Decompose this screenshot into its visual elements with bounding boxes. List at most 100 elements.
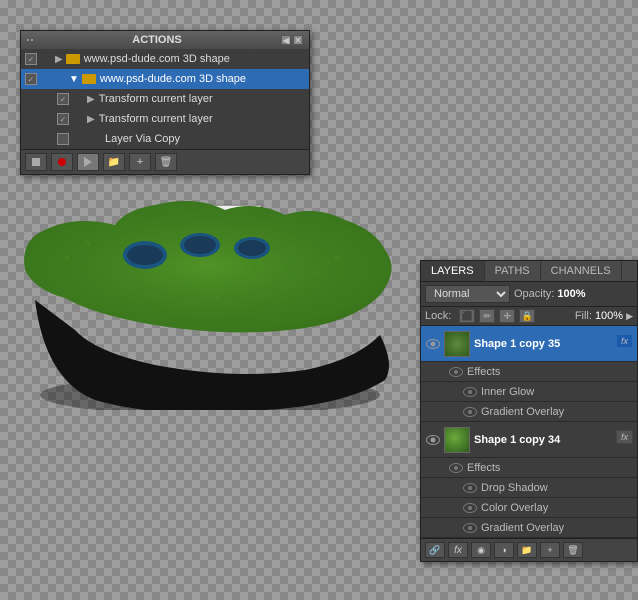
layer-thumb-1 [444,331,470,357]
actions-panel-title: ACTIONS [132,34,182,46]
effect-row-effects-1[interactable]: Effects [421,362,637,382]
action-checkbox-4[interactable] [57,113,69,125]
fill-label: Fill: [575,310,592,322]
lock-position-btn[interactable]: ✛ [499,309,515,323]
link-layers-btn[interactable]: 🔗 [425,542,445,558]
action-checkbox-3[interactable] [57,93,69,105]
effect-label-gradient-overlay-1: Gradient Overlay [481,406,564,418]
eye-icon-1 [426,339,440,349]
opacity-control: Opacity: 100% [514,288,586,300]
actions-panel-header: ACTIONS ◀ ✕ [21,31,309,49]
delete-action-button[interactable]: 🗑 [155,153,177,171]
stop-button[interactable] [25,153,47,171]
effect-row-gradient-overlay-1[interactable]: Gradient Overlay [421,402,637,422]
action-row-group2[interactable]: ▼ www.psd-dude.com 3D shape [21,69,309,89]
effect-eye-icon-inner-glow [463,387,477,397]
lock-image-icon: ✏ [484,311,492,322]
layers-panel-toolbar: 🔗 fx ◉ ◑ 📁 + 🗑 [421,538,637,561]
effect-label-drop-shadow: Drop Shadow [481,482,548,494]
action-checkbox-1[interactable] [25,53,37,65]
fill-control: Fill: 100% ▶ [575,310,633,322]
effect-row-inner-glow[interactable]: Inner Glow [421,382,637,402]
action-row-5[interactable]: Layer Via Copy [21,129,309,149]
new-action-set-button[interactable]: 📁 [103,153,125,171]
effect-eye-icon-drop-shadow [463,483,477,493]
actions-toolbar: 📁 + 🗑 [21,149,309,174]
layer-thumb-img-1 [445,332,469,356]
effect-label-color-overlay: Color Overlay [481,502,548,514]
opacity-label: Opacity: [514,288,554,300]
tab-paths[interactable]: PATHS [485,261,541,281]
action-checkbox-2[interactable] [25,73,37,85]
lock-transparent-icon: ⬛ [462,311,473,322]
effect-label-inner-glow: Inner Glow [481,386,534,398]
fx-badge-1: fx [616,334,633,348]
action-checkbox-marker-3 [72,93,84,105]
hole-2-inner [184,236,216,254]
eye-icon-2 [426,435,440,445]
action-label-2: www.psd-dude.com 3D shape [100,73,305,85]
blend-mode-select[interactable]: Normal Multiply Screen [425,285,510,303]
action-label-3: Transform current layer [99,93,305,105]
layer-row-shape1copy35[interactable]: Shape 1 copy 35 fx [421,326,637,362]
play-icon [84,157,92,167]
fill-arrow-icon[interactable]: ▶ [626,311,633,322]
new-group-btn[interactable]: 📁 [517,542,537,558]
effect-label-effects-1: Effects [467,366,500,378]
adjustment-icon: ◑ [501,545,506,555]
action-label-1: www.psd-dude.com 3D shape [84,53,305,65]
new-action-button[interactable]: + [129,153,151,171]
lock-image-btn[interactable]: ✏ [479,309,495,323]
effect-eye-icon-gradient-overlay-1 [463,407,477,417]
effect-row-effects-2[interactable]: Effects [421,458,637,478]
trash-icon: 🗑 [160,157,173,168]
action-label-4: Transform current layer [99,113,305,125]
effect-eye-icon-color-overlay [463,503,477,513]
lock-pixels-btn[interactable]: ⬛ [459,309,475,323]
effect-label-gradient-overlay-2: Gradient Overlay [481,522,564,534]
play-button[interactable] [77,153,99,171]
action-row-3[interactable]: ▶ Transform current layer [21,89,309,109]
group-icon: 📁 [521,545,532,556]
effect-row-gradient-overlay-2[interactable]: Gradient Overlay [421,518,637,538]
action-row-4[interactable]: ▶ Transform current layer [21,109,309,129]
effect-row-color-overlay[interactable]: Color Overlay [421,498,637,518]
add-mask-btn[interactable]: ◉ [471,542,491,558]
lock-fill-row: Lock: ⬛ ✏ ✛ 🔒 Fill: 100% ▶ [421,307,637,326]
delete-layer-btn[interactable]: 🗑 [563,542,583,558]
effect-row-drop-shadow[interactable]: Drop Shadow [421,478,637,498]
action-row-group1[interactable]: ▶ www.psd-dude.com 3D shape [21,49,309,69]
layer-visibility-toggle-2[interactable] [425,432,441,448]
actions-list: ▶ www.psd-dude.com 3D shape ▼ www.psd-du… [21,49,309,149]
link-icon: 🔗 [429,545,440,556]
panel-resize-controls[interactable] [27,39,33,41]
fill-value[interactable]: 100% [595,310,623,322]
new-adjustment-btn[interactable]: ◑ [494,542,514,558]
lock-all-btn[interactable]: 🔒 [519,309,535,323]
opacity-value[interactable]: 100% [557,288,585,300]
action-folder-icon-2 [82,74,96,84]
panel-close-btn[interactable]: ✕ [293,35,303,45]
effect-eye-icon-effects-2 [449,463,463,473]
grass-shape-svg [15,180,405,410]
panel-collapse-btn[interactable]: ◀ [281,35,291,45]
effect-eye-icon-effects-1 [449,367,463,377]
action-checkbox-marker-5 [72,133,84,145]
folder-icon: 📁 [108,157,120,168]
tab-layers[interactable]: LAYERS [421,261,485,281]
tab-channels[interactable]: CHANNELS [541,261,622,281]
effect-eye-icon-gradient-overlay-2 [463,523,477,533]
layer-visibility-toggle-1[interactable] [425,336,441,352]
action-checkbox-5[interactable] [57,133,69,145]
fx-badge-2: fx [616,430,633,444]
layers-panel-tabs: LAYERS PATHS CHANNELS [421,261,637,282]
layer-name-1: Shape 1 copy 35 [474,338,633,350]
layer-row-shape1copy34[interactable]: Shape 1 copy 34 fx [421,422,637,458]
layers-panel: LAYERS PATHS CHANNELS Normal Multiply Sc… [420,260,638,562]
new-layer-btn[interactable]: + [540,542,560,558]
add-style-btn[interactable]: fx [448,542,468,558]
action-checkbox-marker-4 [72,113,84,125]
record-button[interactable] [51,153,73,171]
layer-name-2: Shape 1 copy 34 [474,434,633,446]
layers-blend-opacity-row: Normal Multiply Screen Opacity: 100% [421,282,637,307]
